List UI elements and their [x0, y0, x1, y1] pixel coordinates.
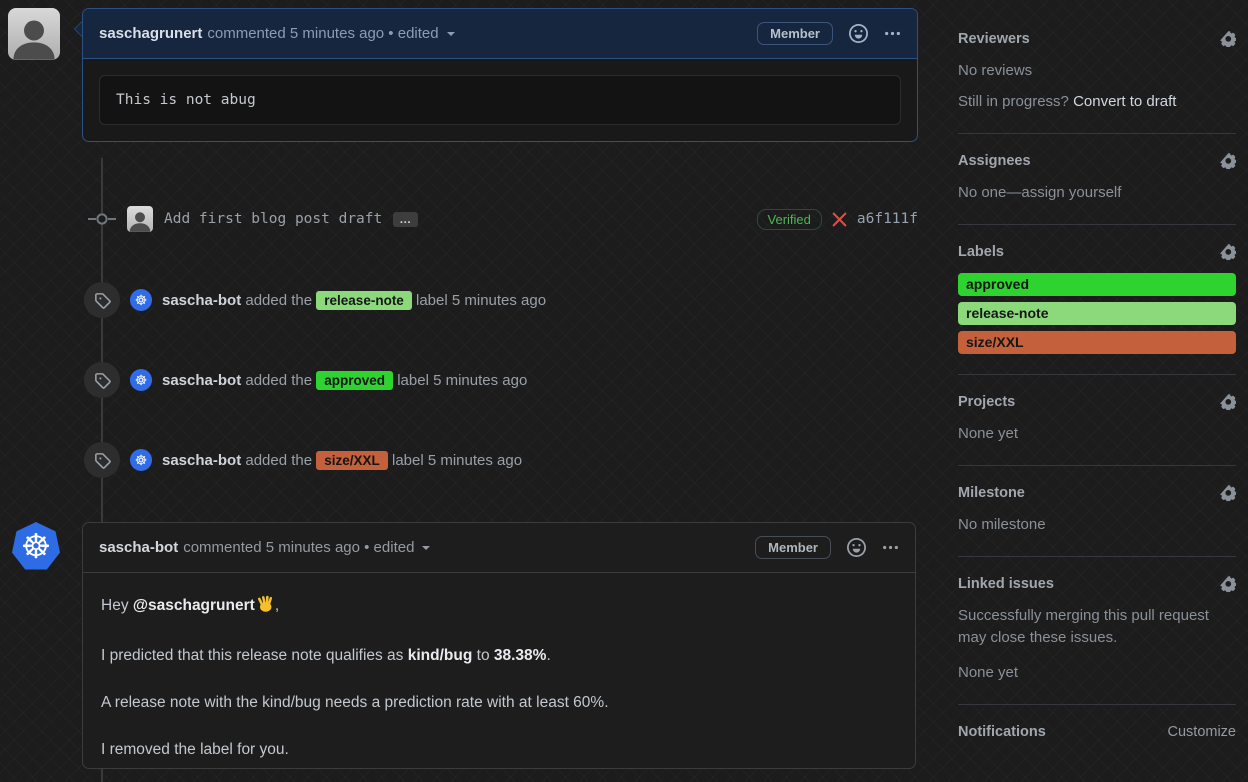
milestone-empty-text: No milestone [958, 516, 1046, 533]
member-badge: Member [755, 536, 831, 559]
event-time: label 5 minutes ago [391, 451, 523, 469]
projects-title: Projects [958, 394, 1016, 410]
label-event-row: ☸ sascha-bot added the approved label 5 … [84, 362, 917, 398]
tag-icon [84, 362, 120, 398]
comment-author-link[interactable]: sascha-bot [99, 539, 178, 556]
customize-link[interactable]: Customize [1168, 724, 1237, 740]
still-in-progress-text: Still in progress? [958, 93, 1074, 110]
comment-meta: commented 5 minutes ago • edited [207, 25, 439, 42]
milestone-title: Milestone [958, 485, 1025, 501]
status-failed-icon[interactable] [831, 211, 848, 228]
notifications-title: Notifications [958, 724, 1046, 740]
gear-icon[interactable] [1220, 244, 1236, 260]
wave-emoji-icon [257, 595, 275, 620]
label-event-row: ☸ sascha-bot added the release-note labe… [84, 282, 917, 318]
assignees-title: Assignees [958, 153, 1031, 169]
comment-paragraph: A release note with the kind/bug needs a… [101, 694, 609, 711]
comment-author-link[interactable]: saschagrunert [99, 25, 202, 42]
event-time: label 5 minutes ago [397, 371, 528, 389]
sidebar: Reviewers No reviews Still in progress? … [958, 0, 1236, 760]
assign-yourself-link[interactable]: assign yourself [1021, 184, 1121, 201]
sidebar-section-notifications: Notifications Customize [958, 705, 1236, 760]
gear-icon[interactable] [1220, 485, 1236, 501]
label-badge[interactable]: release-note [316, 290, 412, 310]
edited-dropdown-caret-icon[interactable] [446, 31, 455, 40]
event-actor-link[interactable]: sascha-bot [162, 292, 241, 309]
event-time: label 5 minutes ago [416, 291, 547, 309]
commit-message-link[interactable]: Add first blog post draft [164, 211, 382, 227]
kebab-menu-button[interactable] [884, 25, 901, 42]
reviewers-empty-text: No reviews [958, 62, 1033, 79]
avatar-saschagrunert[interactable] [8, 8, 60, 60]
gear-icon[interactable] [1220, 31, 1236, 47]
label-badge[interactable]: approved [316, 370, 394, 390]
gear-icon[interactable] [1220, 153, 1236, 169]
sidebar-label-release-note[interactable]: release-note [958, 302, 1236, 325]
reviewers-title: Reviewers [958, 31, 1030, 47]
linked-issues-title: Linked issues [958, 576, 1054, 592]
code-block: This is not abug [99, 75, 901, 125]
event-actor-link[interactable]: sascha-bot [162, 452, 241, 469]
git-commit-icon [88, 212, 116, 226]
event-text: added the [245, 291, 313, 309]
sidebar-section-linked-issues: Linked issues Successfully merging this … [958, 557, 1236, 705]
comment-body: This is not abug [83, 75, 917, 125]
kubernetes-bot-avatar[interactable]: ☸ [130, 289, 152, 311]
commit-author-avatar[interactable] [127, 206, 153, 232]
convert-to-draft-link[interactable]: Convert to draft [1073, 93, 1176, 110]
emoji-reaction-button[interactable] [849, 24, 868, 43]
comment-paragraph: Hey @saschagrunert, [101, 595, 897, 620]
gear-icon[interactable] [1220, 576, 1236, 592]
member-badge: Member [757, 22, 833, 45]
mention-link[interactable]: @saschagrunert [133, 597, 255, 614]
event-text: added the [245, 451, 313, 469]
projects-empty-text: None yet [958, 425, 1019, 442]
tag-icon [84, 282, 120, 318]
sidebar-section-labels: Labels approved release-note size/XXL [958, 225, 1236, 375]
commit-expander-button[interactable]: … [393, 211, 419, 227]
avatar-sascha-bot[interactable]: ☸ [12, 522, 60, 570]
sidebar-section-assignees: Assignees No one—assign yourself [958, 134, 1236, 225]
comment-meta: commented 5 minutes ago • edited [183, 539, 415, 556]
comment-paragraph: I predicted that this release note quali… [101, 647, 551, 664]
labels-title: Labels [958, 244, 1004, 260]
comment-paragraph: I removed the label for you. [101, 741, 289, 758]
edited-dropdown-caret-icon[interactable] [422, 545, 431, 554]
event-actor-link[interactable]: sascha-bot [162, 372, 241, 389]
kubernetes-bot-avatar[interactable]: ☸ [130, 369, 152, 391]
kebab-menu-button[interactable] [882, 539, 899, 556]
sidebar-label-approved[interactable]: approved [958, 273, 1236, 296]
comment-saschagrunert: saschagrunert commented 5 minutes ago • … [74, 8, 918, 142]
linked-issues-description: Successfully merging this pull request m… [958, 607, 1209, 646]
comment-header: saschagrunert commented 5 minutes ago • … [83, 9, 917, 59]
emoji-reaction-button[interactable] [847, 538, 866, 557]
comment-sascha-bot: sascha-bot commented 5 minutes ago • edi… [82, 522, 916, 769]
sidebar-section-reviewers: Reviewers No reviews Still in progress? … [958, 0, 1236, 134]
event-text: added the [245, 371, 313, 389]
verified-badge[interactable]: Verified [756, 208, 822, 230]
label-badge[interactable]: size/XXL [316, 450, 388, 470]
label-event-row: ☸ sascha-bot added the size/XXL label 5 … [84, 442, 917, 478]
comment-body: Hey @saschagrunert, I predicted that thi… [83, 573, 915, 761]
person-avatar-icon [8, 14, 60, 60]
gear-icon[interactable] [1220, 394, 1236, 410]
commit-event-row: Add first blog post draft … Verified a6f… [85, 206, 918, 232]
sidebar-label-size-xxl[interactable]: size/XXL [958, 331, 1236, 354]
commit-sha-link[interactable]: a6f111f [857, 211, 918, 227]
assignees-empty-text: No one— [958, 184, 1022, 201]
sidebar-section-projects: Projects None yet [958, 375, 1236, 466]
linked-issues-empty-text: None yet [958, 664, 1019, 681]
comment-header: sascha-bot commented 5 minutes ago • edi… [83, 523, 915, 573]
sidebar-section-milestone: Milestone No milestone [958, 466, 1236, 557]
tag-icon [84, 442, 120, 478]
kubernetes-bot-avatar[interactable]: ☸ [130, 449, 152, 471]
